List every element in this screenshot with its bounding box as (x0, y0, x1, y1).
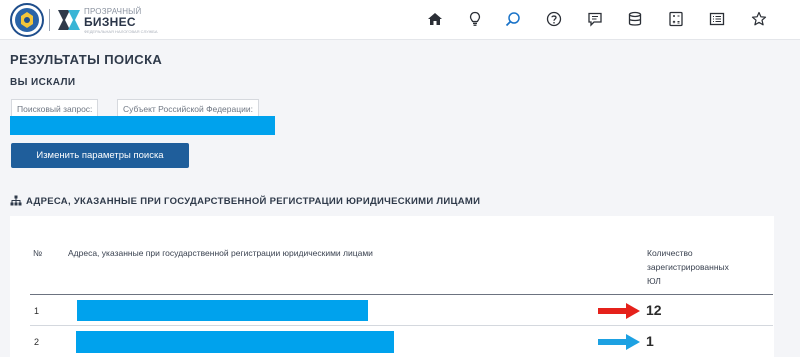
red-arrow-icon (598, 303, 640, 319)
column-header-count: Количество зарегистрированных ЮЛ (647, 248, 729, 286)
redacted-address[interactable] (76, 331, 394, 353)
chat-icon[interactable] (586, 10, 604, 28)
logo-divider (49, 9, 50, 31)
database-icon[interactable] (626, 10, 644, 28)
row-count[interactable]: 1 (646, 333, 654, 349)
column-header-address: Адреса, указанные при государственной ре… (68, 248, 373, 258)
brand-title: БИЗНЕС (84, 15, 136, 29)
redacted-address[interactable] (77, 300, 368, 321)
page-title: РЕЗУЛЬТАТЫ ПОИСКА (10, 52, 163, 67)
section-title: АДРЕСА, УКАЗАННЫЕ ПРИ ГОСУДАРСТВЕННОЙ РЕ… (26, 196, 481, 207)
change-search-params-button[interactable]: Изменить параметры поиска (11, 143, 189, 168)
transparent-business-logo-icon[interactable] (56, 7, 82, 33)
searched-heading: ВЫ ИСКАЛИ (10, 77, 76, 88)
list-icon[interactable] (708, 10, 726, 28)
sitemap-icon (10, 195, 22, 206)
row-number: 2 (34, 337, 40, 347)
blue-arrow-icon (598, 334, 640, 350)
lightbulb-icon[interactable] (466, 10, 484, 28)
calculator-icon[interactable] (667, 10, 685, 28)
row-number: 1 (34, 306, 40, 316)
header-divider (30, 294, 773, 295)
brand-tagline: ФЕДЕРАЛЬНАЯ НАЛОГОВАЯ СЛУЖБА (84, 29, 158, 34)
star-icon[interactable] (750, 10, 768, 28)
top-header: ПРОЗРАЧНЫЙ БИЗНЕС ФЕДЕРАЛЬНАЯ НАЛОГОВАЯ … (0, 0, 800, 40)
row-divider (30, 325, 773, 326)
search-icon[interactable] (504, 10, 522, 28)
redacted-query-value (10, 116, 275, 135)
column-header-number: № (33, 248, 43, 258)
fns-emblem-icon[interactable] (10, 3, 44, 37)
addresses-table: № Адреса, указанные при государственной … (10, 216, 774, 357)
home-icon[interactable] (426, 10, 444, 28)
row-count[interactable]: 12 (646, 302, 662, 318)
help-icon[interactable] (545, 10, 563, 28)
